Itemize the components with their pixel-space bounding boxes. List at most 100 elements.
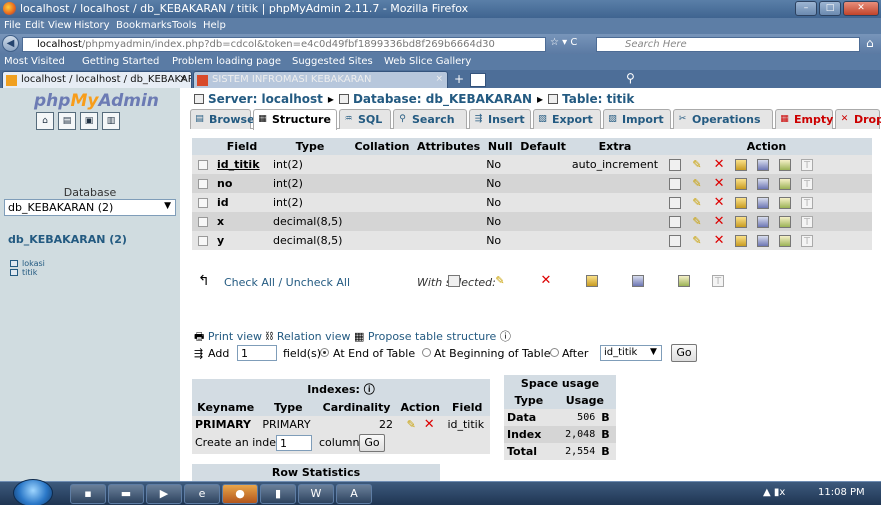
delete-icon[interactable]: ✕ xyxy=(713,196,725,209)
primary-key-icon[interactable] xyxy=(735,197,748,209)
delete-icon[interactable]: ✕ xyxy=(713,177,725,190)
taskbar-firefox-icon[interactable]: ● xyxy=(222,484,258,504)
fulltext-icon[interactable]: T xyxy=(712,275,724,287)
phpmyadmin-logo[interactable]: phpMyAdmin xyxy=(34,91,159,111)
check-all-link[interactable]: Check All / Uncheck All xyxy=(224,276,350,289)
help-icon[interactable]: ⓘ xyxy=(500,330,511,343)
breadcrumb-server[interactable]: Server: localhost xyxy=(208,92,323,106)
after-radio[interactable] xyxy=(550,348,559,357)
unique-icon[interactable] xyxy=(632,275,644,287)
print-view-link[interactable]: Print view xyxy=(208,330,262,343)
index-icon[interactable] xyxy=(779,159,792,171)
start-button[interactable] xyxy=(13,479,53,505)
row-checkbox[interactable] xyxy=(198,236,208,246)
browse-icon[interactable] xyxy=(669,235,682,247)
unique-icon[interactable] xyxy=(757,216,770,228)
home-icon[interactable]: ⌂ xyxy=(36,112,54,130)
database-select[interactable]: db_KEBAKARAN (2) ▼ xyxy=(4,199,176,216)
delete-icon[interactable]: ✕ xyxy=(423,418,435,431)
edit-icon[interactable]: ✎ xyxy=(691,197,703,209)
delete-icon[interactable]: ✕ xyxy=(540,274,552,287)
maximize-button[interactable]: □ xyxy=(819,1,841,16)
url-bar[interactable]: localhost/phpmyadmin/index.php?db=cdcol&… xyxy=(22,37,546,52)
delete-icon[interactable]: ✕ xyxy=(713,234,725,247)
fulltext-icon[interactable]: T xyxy=(801,216,814,228)
browse-icon[interactable] xyxy=(669,197,682,209)
edit-icon[interactable]: ✎ xyxy=(691,235,703,247)
taskbar-app-icon[interactable]: ▪ xyxy=(70,484,106,504)
edit-icon[interactable]: ✎ xyxy=(691,216,703,228)
tab-close-icon[interactable]: × xyxy=(179,74,187,84)
bookmark-most-visited[interactable]: Most Visited xyxy=(4,56,65,67)
breadcrumb-database[interactable]: Database: db_KEBAKARAN xyxy=(353,92,532,106)
tab-import[interactable]: ▨ Import xyxy=(603,109,671,129)
browse-icon[interactable] xyxy=(669,159,682,171)
tray-icons[interactable]: ▲ ▮x xyxy=(763,487,785,498)
tab-sql[interactable]: ♒ SQL xyxy=(339,109,391,129)
taskbar-ie-icon[interactable]: e xyxy=(184,484,220,504)
tab-export[interactable]: ▧ Export xyxy=(533,109,601,129)
help-icon[interactable]: ⓘ xyxy=(364,383,375,396)
tab-structure[interactable]: ▦ Structure xyxy=(253,109,337,130)
tab-drop[interactable]: ✕ Drop xyxy=(835,109,881,129)
menu-help[interactable]: Help xyxy=(203,20,226,31)
at-beginning-radio[interactable] xyxy=(422,348,431,357)
fulltext-icon[interactable]: T xyxy=(801,197,814,209)
fulltext-icon[interactable]: T xyxy=(801,235,814,247)
row-checkbox[interactable] xyxy=(198,198,208,208)
taskbar-media-icon[interactable]: ▶ xyxy=(146,484,182,504)
browse-icon[interactable] xyxy=(669,178,682,190)
primary-key-icon[interactable] xyxy=(735,159,748,171)
minimize-button[interactable]: – xyxy=(795,1,817,16)
row-checkbox[interactable] xyxy=(198,217,208,227)
taskbar-pdf-icon[interactable]: A xyxy=(336,484,372,504)
fulltext-icon[interactable]: T xyxy=(801,178,814,190)
index-icon[interactable] xyxy=(678,275,690,287)
breadcrumb-table[interactable]: Table: titik xyxy=(562,92,634,106)
docs-icon[interactable]: ▣ xyxy=(80,112,98,130)
edit-icon[interactable]: ✎ xyxy=(494,275,506,287)
propose-structure-link[interactable]: Propose table structure xyxy=(368,330,496,343)
tab-close-icon[interactable]: × xyxy=(435,74,443,84)
bookmark-problem-loading[interactable]: Problem loading page xyxy=(172,56,281,67)
primary-key-icon[interactable] xyxy=(586,275,598,287)
row-checkbox[interactable] xyxy=(198,179,208,189)
index-icon[interactable] xyxy=(779,178,792,190)
bookmark-web-slice[interactable]: Web Slice Gallery xyxy=(384,56,471,67)
unique-icon[interactable] xyxy=(757,197,770,209)
tab-operations[interactable]: ✂ Operations xyxy=(673,109,773,129)
sql-query-icon[interactable]: ▤ xyxy=(58,112,76,130)
new-tab-icon[interactable]: + xyxy=(451,73,467,87)
fulltext-icon[interactable]: T xyxy=(801,159,814,171)
menu-history[interactable]: History xyxy=(74,20,110,31)
delete-icon[interactable]: ✕ xyxy=(713,158,725,171)
edit-icon[interactable]: ✎ xyxy=(691,178,703,190)
create-index-count-input[interactable]: 1 xyxy=(276,435,312,451)
browser-tab-sistem[interactable]: SISTEM INFROMASI KEBAKARAN × xyxy=(193,71,448,88)
home-icon[interactable]: ⌂ xyxy=(866,36,874,50)
unique-icon[interactable] xyxy=(757,235,770,247)
index-icon[interactable] xyxy=(779,235,792,247)
primary-key-icon[interactable] xyxy=(735,178,748,190)
index-icon[interactable] xyxy=(779,197,792,209)
table-list-item-lokasi[interactable]: lokasi xyxy=(10,259,45,268)
menu-bookmarks[interactable]: Bookmarks xyxy=(116,20,172,31)
unique-icon[interactable] xyxy=(757,178,770,190)
edit-icon[interactable]: ✎ xyxy=(691,159,703,171)
tab-empty[interactable]: ▦ Empty xyxy=(775,109,833,129)
back-button[interactable]: ◀ xyxy=(2,35,19,52)
close-button[interactable]: ✕ xyxy=(843,1,879,16)
tab-browse[interactable]: ▤ Browse xyxy=(190,109,255,129)
bookmark-getting-started[interactable]: Getting Started xyxy=(82,56,159,67)
clock[interactable]: 11:08 PM xyxy=(818,487,865,498)
menu-edit[interactable]: Edit xyxy=(25,20,44,31)
index-icon[interactable] xyxy=(779,216,792,228)
create-index-go-button[interactable]: Go xyxy=(359,434,385,452)
browse-icon[interactable] xyxy=(669,216,682,228)
edit-icon[interactable]: ✎ xyxy=(405,418,417,431)
relation-view-link[interactable]: Relation view xyxy=(277,330,351,343)
at-end-radio[interactable] xyxy=(320,348,329,357)
tab-insert[interactable]: ⇶ Insert xyxy=(469,109,531,129)
browse-icon[interactable] xyxy=(448,275,460,287)
taskbar-window-icon[interactable]: ▮ xyxy=(260,484,296,504)
